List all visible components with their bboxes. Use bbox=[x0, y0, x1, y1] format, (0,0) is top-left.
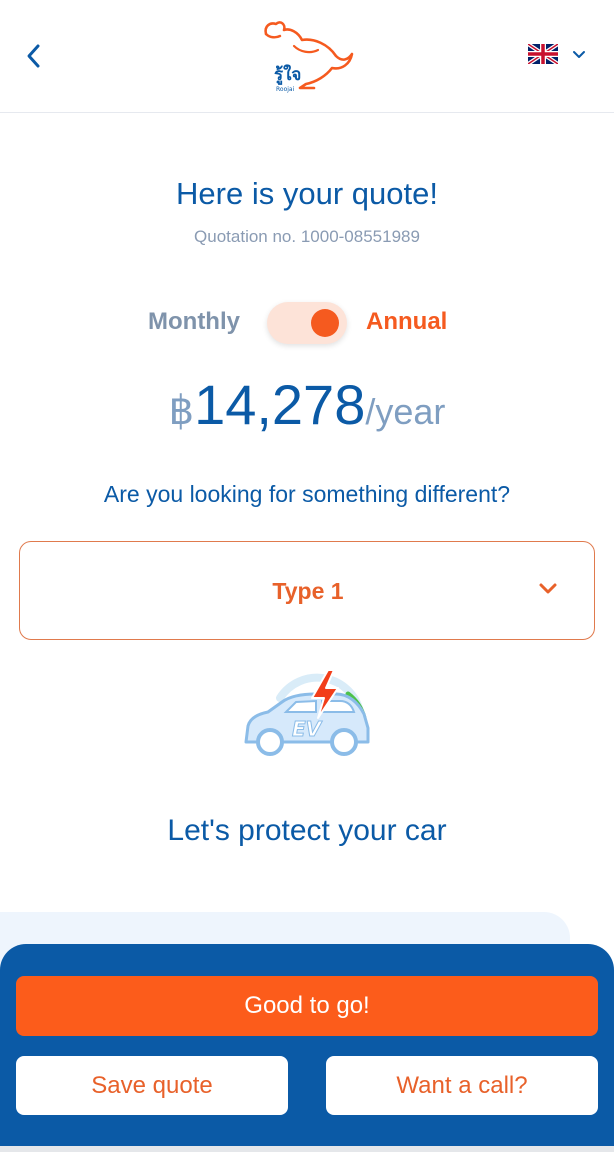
logo-text: รู้ใจ bbox=[274, 64, 301, 86]
save-quote-button[interactable]: Save quote bbox=[16, 1056, 288, 1115]
chevron-down-icon bbox=[539, 583, 557, 594]
protect-heading: Let's protect your car bbox=[167, 814, 447, 847]
billing-period-toggle[interactable] bbox=[267, 302, 347, 344]
chevron-left-icon bbox=[27, 44, 40, 68]
language-selector[interactable] bbox=[528, 44, 586, 64]
logo-subtext: Roojai bbox=[276, 86, 295, 93]
quotation-number: Quotation no. 1000-08551989 bbox=[194, 227, 420, 246]
kangaroo-logo-icon: รู้ใจ Roojai bbox=[264, 21, 354, 93]
quote-title: Here is your quote! bbox=[176, 176, 438, 211]
different-prompt: Are you looking for something different? bbox=[103, 481, 511, 507]
ev-car-icon: EV bbox=[240, 668, 374, 764]
roojai-logo[interactable]: รู้ใจ Roojai bbox=[256, 16, 356, 94]
want-a-call-button[interactable]: Want a call? bbox=[326, 1056, 598, 1115]
price-amount: 14,278 bbox=[194, 373, 366, 436]
chevron-down-icon bbox=[573, 50, 585, 58]
price-display: ฿14,278/year bbox=[0, 372, 614, 437]
uk-flag-icon bbox=[528, 44, 558, 64]
ev-badge-text: EV bbox=[292, 717, 323, 741]
bottom-action-bar: Good to go! Save quote Want a call? bbox=[0, 944, 614, 1152]
back-button[interactable] bbox=[18, 38, 50, 74]
top-header: รู้ใจ Roojai bbox=[0, 0, 614, 113]
bottom-divider bbox=[0, 1146, 614, 1152]
monthly-label[interactable]: Monthly bbox=[148, 308, 240, 336]
annual-label[interactable]: Annual bbox=[366, 308, 447, 336]
billing-toggle-row: Monthly Annual bbox=[0, 300, 614, 346]
coverage-type-select[interactable]: Type 1 bbox=[19, 541, 595, 640]
good-to-go-button[interactable]: Good to go! bbox=[16, 976, 598, 1036]
toggle-knob bbox=[311, 309, 339, 337]
price-period: /year bbox=[365, 391, 446, 432]
coverage-type-value: Type 1 bbox=[272, 578, 344, 604]
price-currency: ฿ bbox=[168, 389, 195, 433]
